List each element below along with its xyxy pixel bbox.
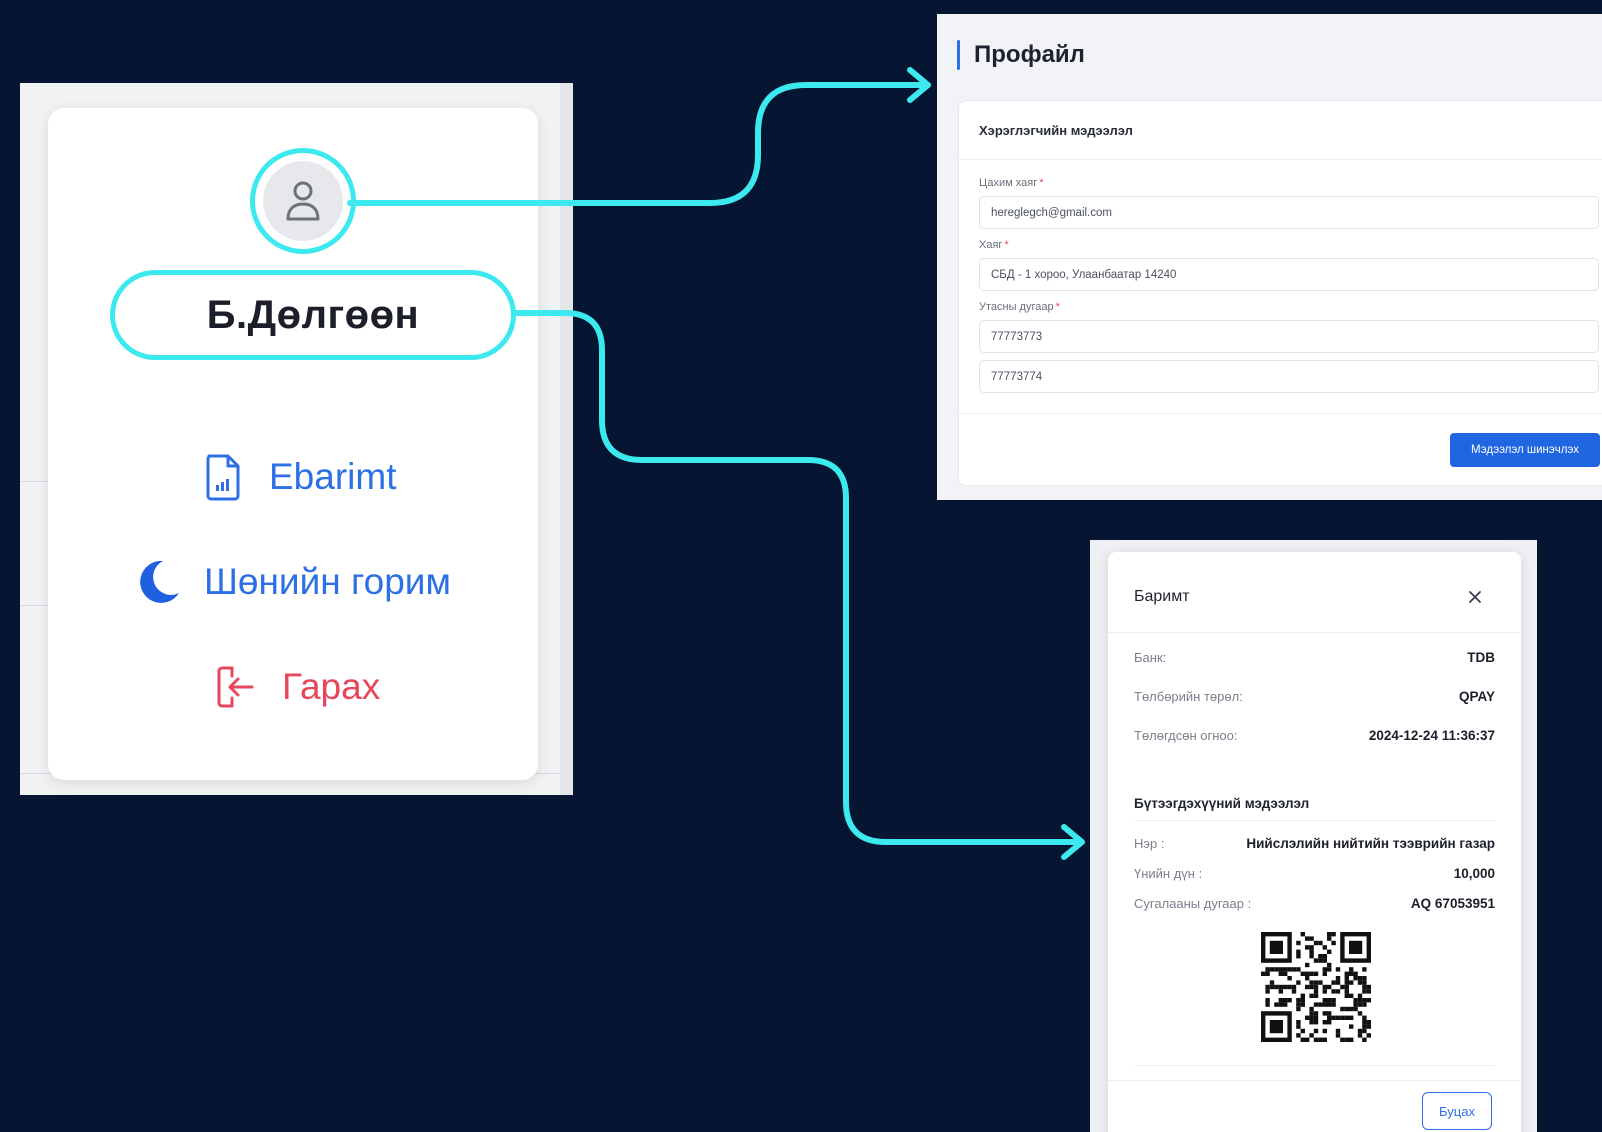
row-key: Сугалааны дугаар : xyxy=(1134,896,1252,911)
modal-title: Баримт xyxy=(1134,588,1190,605)
row-value: TDB xyxy=(1467,650,1495,665)
email-label: Цахим хаяг * xyxy=(979,177,1044,189)
divider xyxy=(959,413,1602,414)
title-accent-bar xyxy=(957,40,960,70)
close-button[interactable] xyxy=(1463,585,1487,609)
section-title: Бүтээгдэхүүний мэдээлэл xyxy=(1134,796,1310,811)
product-row: Нэр : Нийслэлийн нийтийн тээврийн газар xyxy=(1134,836,1495,851)
background-strip xyxy=(560,83,573,795)
divider xyxy=(1134,1065,1495,1066)
row-key: Банк: xyxy=(1134,650,1167,665)
product-row: Үнийн дүн : 10,000 xyxy=(1134,866,1495,881)
moon-icon xyxy=(130,554,186,610)
payment-row: Банк: TDB xyxy=(1134,650,1495,665)
divider xyxy=(1108,1080,1521,1081)
composite-stage: Б.Дөлгөөн Ebarimt Шөнийн горим Гарах Про… xyxy=(0,0,1602,1132)
phone-field[interactable]: 77773773 xyxy=(979,320,1599,353)
profile-page-screenshot: Профайл Хэрэглэгчийн мэдээлэл Цахим хаяг… xyxy=(937,14,1602,500)
receipt-document-icon xyxy=(195,449,251,505)
receipt-modal: Баримт Банк: TDB Төлбөрийн төрөл: QPAY Т… xyxy=(1108,552,1521,1132)
menu-item-logout[interactable]: Гарах xyxy=(208,655,380,719)
payment-row: Төлөгдсөн огноо: 2024-12-24 11:36:37 xyxy=(1134,728,1495,743)
background-line xyxy=(20,481,48,482)
background-line xyxy=(20,605,48,606)
menu-item-label: Шөнийн горим xyxy=(204,561,451,602)
row-value: AQ 67053951 xyxy=(1410,896,1495,911)
menu-item-label: Ebarimt xyxy=(269,456,397,497)
phone-label: Утасны дугаар * xyxy=(979,301,1060,313)
label-text: Цахим хаяг xyxy=(979,177,1038,189)
divider xyxy=(959,159,1602,160)
logout-icon xyxy=(208,659,264,715)
row-key: Үнийн дүн : xyxy=(1134,866,1203,881)
row-value: QPAY xyxy=(1458,689,1495,704)
qr-code xyxy=(1261,932,1371,1042)
row-value: 10,000 xyxy=(1453,866,1495,881)
user-name-highlight xyxy=(110,270,516,360)
required-mark: * xyxy=(1039,177,1044,189)
row-key: Төлөгдсөн огноо: xyxy=(1134,728,1238,743)
update-info-button[interactable]: Мэдээлэл шинэчлэх xyxy=(1450,433,1600,467)
payment-row: Төлбөрийн төрөл: QPAY xyxy=(1134,689,1495,704)
address-field[interactable]: СБД - 1 хороо, Улаанбаатар 14240 xyxy=(979,258,1599,291)
receipt-screenshot: Баримт Банк: TDB Төлбөрийн төрөл: QPAY Т… xyxy=(1090,540,1537,1132)
product-row: Сугалааны дугаар : AQ 67053951 xyxy=(1134,896,1495,911)
required-mark: * xyxy=(1004,239,1009,251)
label-text: Утасны дугаар xyxy=(979,301,1054,313)
required-mark: * xyxy=(1055,301,1060,313)
arrowhead-icon xyxy=(1061,824,1085,860)
row-value: Нийслэлийн нийтийн тээврийн газар xyxy=(1246,836,1495,851)
label-text: Хаяг xyxy=(979,239,1003,251)
email-field[interactable]: hereglegch@gmail.com xyxy=(979,196,1599,229)
row-key: Нэр : xyxy=(1134,836,1165,851)
qr-code-icon xyxy=(1261,932,1371,1042)
page-title: Профайл xyxy=(974,41,1085,68)
address-label: Хаяг * xyxy=(979,239,1009,251)
row-key: Төлбөрийн төрөл: xyxy=(1134,689,1243,704)
divider xyxy=(1108,632,1521,633)
close-icon xyxy=(1469,591,1481,603)
profile-card: Хэрэглэгчийн мэдээлэл Цахим хаяг * heregl… xyxy=(958,100,1602,486)
menu-item-ebarimt[interactable]: Ebarimt xyxy=(195,445,396,509)
divider xyxy=(1134,820,1495,821)
arrowhead-icon xyxy=(907,67,931,103)
section-title: Хэрэглэгчийн мэдээлэл xyxy=(979,123,1133,138)
menu-item-label: Гарах xyxy=(282,666,381,707)
row-value: 2024-12-24 11:36:37 xyxy=(1368,728,1495,743)
menu-item-dark-mode[interactable]: Шөнийн горим xyxy=(130,550,451,614)
avatar-highlight-ring xyxy=(250,148,356,254)
back-button[interactable]: Буцах xyxy=(1422,1092,1492,1130)
profile-header: Профайл xyxy=(957,40,1085,70)
phone-field-2[interactable]: 77773774 xyxy=(979,360,1599,393)
